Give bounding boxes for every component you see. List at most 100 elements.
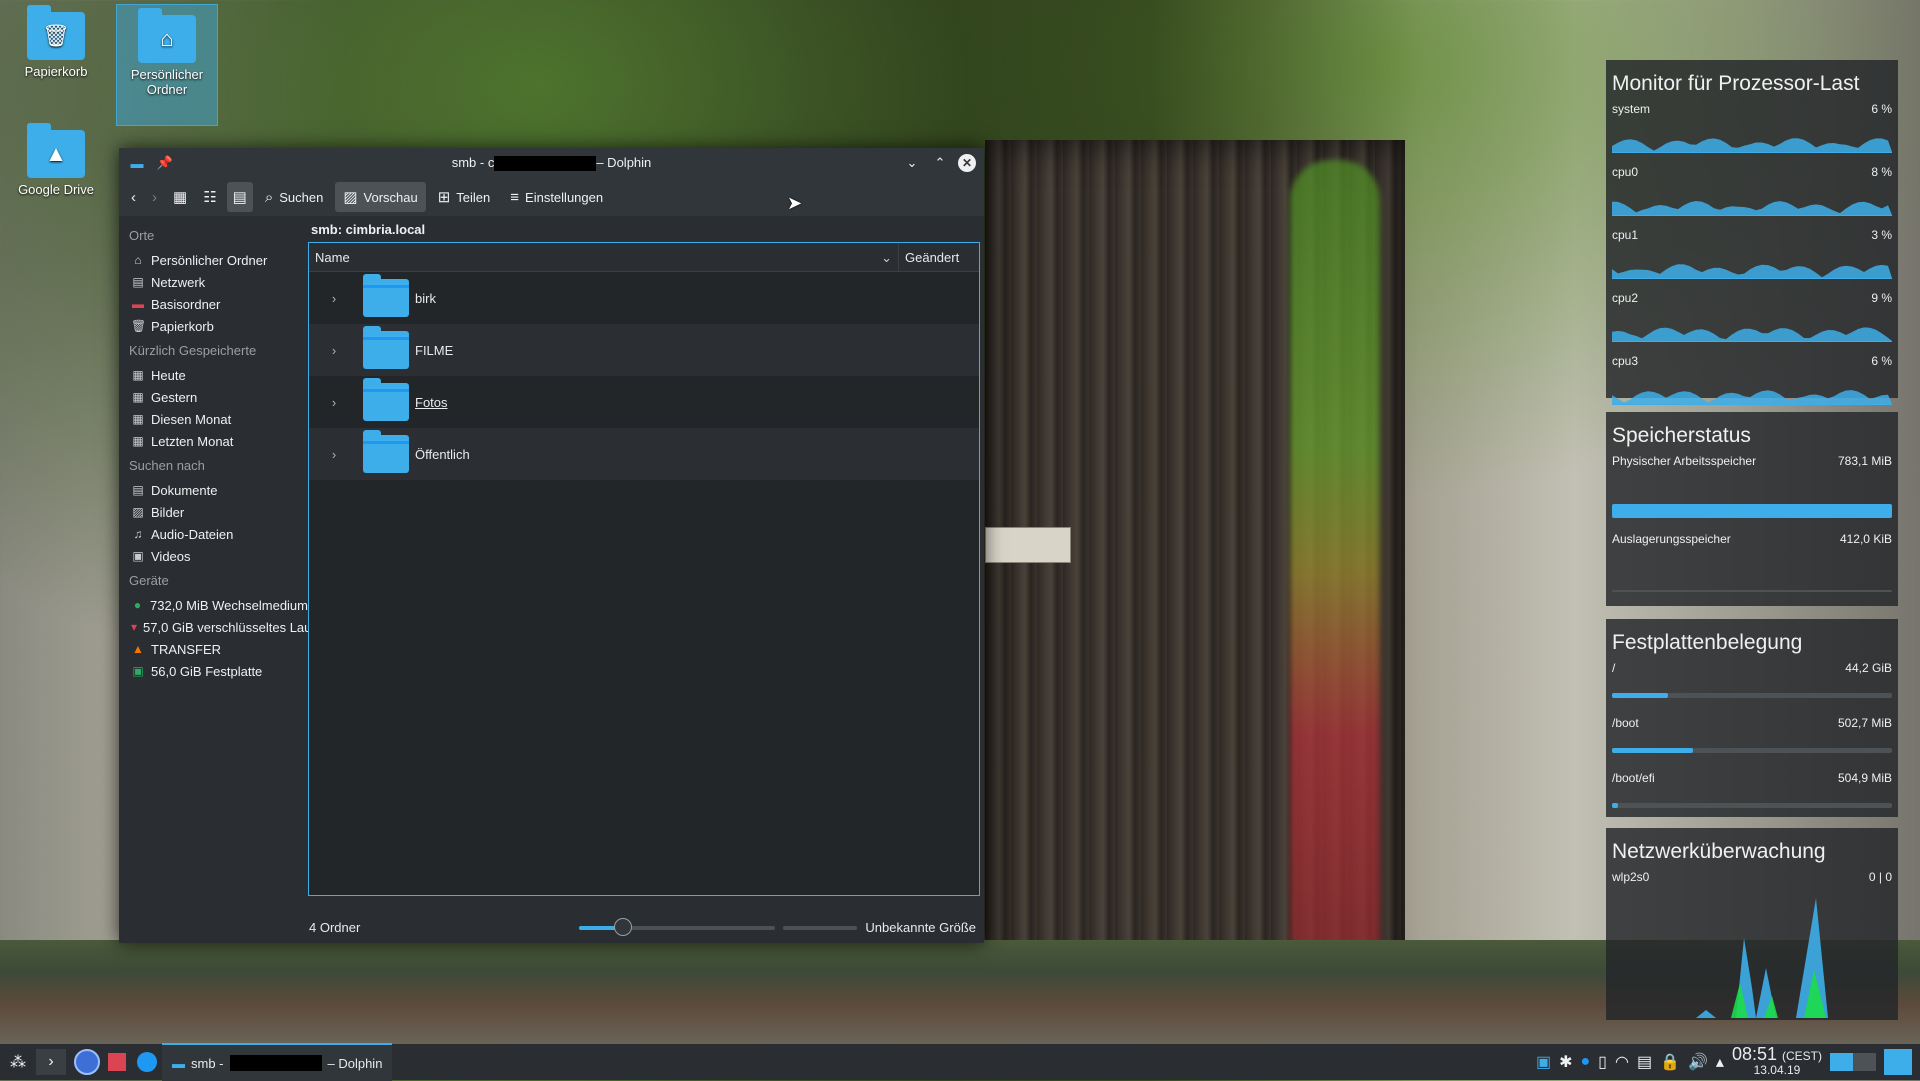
pdf-reader-icon[interactable] <box>102 1044 132 1080</box>
sidebar-item-this-month[interactable]: ▦ Diesen Monat <box>119 408 308 430</box>
memory-widget[interactable]: Speicherstatus Physischer Arbeitsspeiche… <box>1606 412 1898 606</box>
expand-arrow-icon[interactable]: › <box>309 291 349 306</box>
cpu-row-value: 6 % <box>1871 102 1892 116</box>
sidebar-item-root[interactable]: ▬ Basisordner <box>119 293 308 315</box>
sidebar-item-label: Diesen Monat <box>151 411 232 427</box>
disk-usage-widget[interactable]: Festplattenbelegung / 44,2 GiB/boot 502,7 … <box>1606 619 1898 817</box>
cpu-row: cpu1 3 % <box>1606 228 1898 242</box>
icons-view-button[interactable]: ▦ <box>167 182 193 212</box>
sidebar-item-transfer[interactable]: ▲ TRANSFER <box>119 638 308 660</box>
settings-button[interactable]: ≡ Einstellungen <box>502 182 611 212</box>
details-view-icon: ▤ <box>232 189 247 206</box>
sidebar-item-home[interactable]: ⌂ Persönlicher Ordner <box>119 249 308 271</box>
table-row[interactable]: › FILME <box>309 324 979 376</box>
expand-arrow-icon[interactable]: › <box>309 395 349 410</box>
sidebar-item-network[interactable]: ▤ Netzwerk <box>119 271 308 293</box>
table-row[interactable]: › Fotos <box>309 376 979 428</box>
disk-row: / 44,2 GiB <box>1606 661 1898 675</box>
maximize-icon[interactable]: ⌃ <box>930 153 950 173</box>
calendar-icon: ▦ <box>132 368 144 382</box>
sidebar-item-removable[interactable]: ● 732,0 MiB Wechselmedium <box>119 594 308 616</box>
table-row[interactable]: › birk <box>309 272 979 324</box>
expand-arrow-icon[interactable]: › <box>309 343 349 358</box>
zoom-slider-handle[interactable] <box>614 918 633 936</box>
sidebar-item-yesterday[interactable]: ▦ Gestern <box>119 386 308 408</box>
titlebar[interactable]: ▬ 📌 smb - c – Dolphin ⌄ ⌃ ✕ <box>119 148 984 178</box>
toolbar: ‹ › ▦ ☷ ▤ ⌕ Suchen ▨ Vorschau ⊞ Teilen ≡ Ein… <box>119 178 984 216</box>
sidebar-item-documents[interactable]: ▤ Dokumente <box>119 479 308 501</box>
clipboard-icon[interactable]: ▤ <box>1637 1044 1652 1080</box>
lock-icon[interactable]: 🔒 <box>1660 1044 1680 1080</box>
task-label-prefix: smb - <box>191 1055 224 1071</box>
search-button[interactable]: ⌕ Suchen <box>257 182 332 212</box>
folder-icon <box>363 378 409 421</box>
cpu-load-widget[interactable]: Monitor für Prozessor-Last system 6 % cpu0… <box>1606 60 1898 405</box>
image-icon: ▨ <box>343 189 358 206</box>
teamviewer-icon[interactable] <box>132 1044 162 1080</box>
sidebar-item-trash[interactable]: 🗑 Papierkorb <box>119 315 308 337</box>
teamviewer-tray-icon[interactable]: ● <box>1580 1044 1590 1080</box>
folder-icon <box>363 430 409 473</box>
sidebar-item-today[interactable]: ▦ Heute <box>119 364 308 386</box>
network-monitor-widget[interactable]: Netzwerküberwachung wlp2s0 0 | 0 <box>1606 828 1898 1020</box>
details-view-button[interactable]: ▤ <box>226 182 253 212</box>
disk-row-label: /boot/efi <box>1612 771 1655 785</box>
disk-usage-bar-fill <box>1612 693 1668 698</box>
chevron-down-icon: ⌄ <box>881 249 892 265</box>
minimize-icon[interactable]: ⌄ <box>902 153 922 173</box>
network-graph-download <box>1696 938 1756 1018</box>
show-desktop-icon[interactable] <box>1884 1044 1912 1080</box>
compact-view-button[interactable]: ☷ <box>197 182 222 212</box>
dolphin-window[interactable]: ▬ 📌 smb - c – Dolphin ⌄ ⌃ ✕ ‹ › ▦ ☷ ▤ ⌕ Su… <box>119 148 984 943</box>
status-bar: 4 Ordner Unbekannte Größe <box>119 912 984 942</box>
folder-name: Öffentlich <box>415 446 470 462</box>
zoom-slider[interactable] <box>579 918 775 936</box>
sidebar-item-hdd[interactable]: ▣ 56,0 GiB Festplatte <box>119 660 308 682</box>
sidebar-item-label: Bilder <box>151 504 185 520</box>
clock-date: 13.04.19 <box>1753 1063 1801 1077</box>
share-button[interactable]: ⊞ Teilen <box>430 182 499 212</box>
system-tray: ▣ ✱ ● ▯ ◠ ▤ 🔒 🔊 ▴ 08:51 (CEST) 13.04.19 <box>1536 1044 1920 1080</box>
hard-disk-icon: ▣ <box>132 664 144 678</box>
sidebar-item-label: 56,0 GiB Festplatte <box>151 663 263 679</box>
task-dolphin[interactable]: ▬ smb - – Dolphin <box>162 1043 393 1081</box>
free-space-label: Unbekannte Größe <box>865 920 976 935</box>
browser-icon[interactable] <box>72 1044 102 1080</box>
sidebar-item-images[interactable]: ▨ Bilder <box>119 501 308 523</box>
column-modified[interactable]: Geändert <box>898 243 979 271</box>
volume-icon[interactable]: 🔊 <box>1688 1044 1708 1080</box>
application-launcher-icon[interactable]: ⁂ <box>0 1044 36 1080</box>
sidebar-item-encrypted[interactable]: ▾ 57,0 GiB verschlüsseltes Laufwerk <box>119 616 308 638</box>
desktop-pager-icon[interactable] <box>1830 1044 1876 1080</box>
desktop-icon-google-drive[interactable]: ▲ Google Drive <box>6 123 106 197</box>
forward-button[interactable]: › <box>146 182 163 212</box>
cpu-row-label: cpu2 <box>1612 291 1639 305</box>
folder-name: FILME <box>415 342 454 358</box>
folder-list[interactable]: Name ⌄ Geändert › birk › FILME › Fotos ›… <box>308 242 980 896</box>
desktop-icon-home[interactable]: ⌂ Persönlicher Ordner <box>116 4 218 126</box>
chevron-up-icon[interactable]: ▴ <box>1716 1044 1724 1080</box>
cpu-row-value: 8 % <box>1871 165 1892 179</box>
battery-icon[interactable]: ▯ <box>1598 1044 1607 1080</box>
clock[interactable]: 08:51 (CEST) 13.04.19 <box>1732 1045 1822 1077</box>
bluetooth-icon[interactable]: ✱ <box>1559 1044 1572 1080</box>
breadcrumb[interactable]: smb: cimbria.local <box>308 216 980 242</box>
desktop-icon-trash[interactable]: 🗑 Papierkorb <box>6 5 106 79</box>
wifi-icon[interactable]: ◠ <box>1615 1044 1629 1080</box>
folder-name: Fotos <box>415 394 448 410</box>
trash-tray-icon[interactable]: ▣ <box>1536 1044 1551 1080</box>
preview-button[interactable]: ▨ Vorschau <box>335 182 426 212</box>
back-button[interactable]: ‹ <box>125 182 142 212</box>
memory-row-value: 412,0 KiB <box>1839 532 1892 546</box>
sidebar-item-last-month[interactable]: ▦ Letzten Monat <box>119 430 308 452</box>
column-name[interactable]: Name ⌄ <box>309 250 898 265</box>
network-widget-title: Netzwerküberwachung <box>1612 840 1826 863</box>
sidebar-item-audio[interactable]: ♫ Audio-Dateien <box>119 523 308 545</box>
expand-arrow-icon[interactable]: › <box>309 447 349 462</box>
table-row[interactable]: › Öffentlich <box>309 428 979 480</box>
terminal-icon[interactable]: › <box>36 1049 66 1075</box>
sidebar-item-videos[interactable]: ▣ Videos <box>119 545 308 567</box>
drive-icon: ▲ <box>132 642 144 656</box>
close-icon[interactable]: ✕ <box>958 154 976 172</box>
cpu-row-value: 6 % <box>1871 354 1892 368</box>
